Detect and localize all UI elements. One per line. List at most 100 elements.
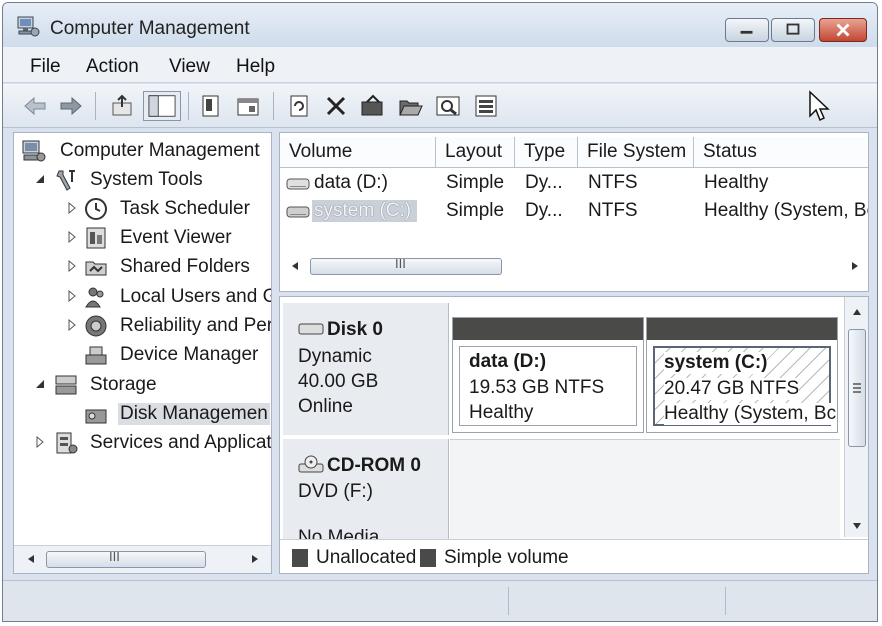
scroll-up-icon[interactable]: [852, 307, 862, 317]
minimize-icon: [740, 30, 753, 34]
expanded-arrow-icon[interactable]: [34, 378, 46, 390]
disk-legend: Unallocated Simple volume: [280, 539, 868, 573]
partition-body: data (D:) 19.53 GB NTFS Healthy: [459, 346, 637, 426]
disk-kind: Dynamic: [298, 346, 372, 367]
partition-name: data (D:): [469, 351, 547, 372]
scroll-right-icon[interactable]: [250, 554, 260, 564]
help-icon: [237, 98, 259, 116]
cdrom-area: [450, 439, 840, 539]
export-button[interactable]: [473, 93, 499, 119]
device-manager-icon: [85, 346, 107, 365]
volume-status: Healthy: [704, 172, 769, 193]
delete-button[interactable]: [323, 93, 349, 119]
close-button[interactable]: [819, 18, 867, 42]
scrollbar-thumb[interactable]: III: [46, 549, 206, 568]
tree-item-label: System Tools: [90, 169, 203, 190]
partition-header: [453, 318, 643, 340]
partition-size: 20.47 GB NTFS: [664, 378, 800, 400]
open-button[interactable]: [397, 93, 423, 119]
event-viewer-icon: [86, 227, 106, 249]
scroll-left-icon[interactable]: [290, 261, 300, 271]
volume-file-system: NTFS: [588, 172, 638, 193]
tools-icon: [56, 170, 75, 191]
show-hide-tree-button[interactable]: [143, 91, 181, 121]
scrollbar-thumb[interactable]: III: [310, 256, 502, 275]
disk-0-label[interactable]: Disk 0 Dynamic 40.00 GB Online: [283, 303, 449, 435]
disk-name: Disk 0: [327, 319, 383, 340]
computer-management-icon: [22, 140, 46, 162]
list-horizontal-scrollbar[interactable]: III: [280, 253, 868, 281]
collapsed-arrow-icon[interactable]: [66, 290, 78, 302]
properties-button[interactable]: [198, 93, 224, 119]
open-icon: [399, 100, 423, 116]
expanded-arrow-icon[interactable]: [34, 173, 46, 185]
volume-icon: [286, 206, 310, 218]
title-bar[interactable]: Computer Management: [3, 3, 877, 47]
column-header-status[interactable]: Status: [694, 137, 868, 167]
connect-button[interactable]: [359, 93, 385, 119]
partition-system[interactable]: system (C:) 20.47 GB NTFS Healthy (Syste…: [646, 317, 838, 433]
volume-icon: [286, 178, 310, 190]
partition-data[interactable]: data (D:) 19.53 GB NTFS Healthy: [452, 317, 644, 433]
menu-action[interactable]: Action: [86, 56, 139, 78]
volume-layout: Simple: [446, 200, 505, 221]
status-divider: [725, 587, 726, 615]
disk-management-icon: [85, 409, 107, 424]
menu-file[interactable]: File: [30, 56, 61, 78]
scroll-right-icon[interactable]: [850, 261, 860, 271]
forward-arrow-icon: [60, 96, 82, 116]
table-row[interactable]: data (D:) Simple Dy... NTFS Healthy: [280, 169, 868, 197]
collapsed-arrow-icon[interactable]: [66, 202, 78, 214]
tree-item-label: Local Users and G: [120, 286, 272, 307]
collapsed-arrow-icon[interactable]: [66, 260, 78, 272]
maximize-button[interactable]: [771, 18, 815, 42]
column-header-layout[interactable]: Layout: [436, 137, 515, 167]
minimize-button[interactable]: [725, 18, 769, 42]
collapsed-arrow-icon[interactable]: [34, 436, 46, 448]
legend-label: Simple volume: [444, 547, 569, 568]
tree-horizontal-scrollbar[interactable]: III: [14, 545, 271, 573]
show-hide-tree-icon: [148, 95, 176, 117]
scrollbar-thumb[interactable]: [848, 329, 866, 447]
volume-status: Healthy (System, Bc: [704, 200, 869, 221]
back-button[interactable]: [22, 93, 48, 119]
cdrom-0-label[interactable]: CD-ROM 0 DVD (F:) No Media: [283, 439, 449, 548]
scroll-down-icon[interactable]: [852, 521, 862, 531]
forward-button[interactable]: [58, 93, 84, 119]
toolbar-separator: [273, 92, 274, 120]
help-button[interactable]: [235, 93, 261, 119]
clock-icon: [85, 198, 107, 220]
up-button[interactable]: [109, 93, 135, 119]
column-header-volume[interactable]: Volume: [280, 137, 436, 167]
shared-folder-icon: [85, 261, 107, 276]
partition-body: system (C:) 20.47 GB NTFS Healthy (Syste…: [653, 346, 837, 426]
refresh-button[interactable]: [286, 93, 312, 119]
restore-icon: [786, 23, 800, 35]
status-divider: [508, 587, 509, 615]
disk-icon: [298, 323, 324, 335]
column-header-type[interactable]: Type: [515, 137, 578, 167]
toolbar-separator: [95, 92, 96, 120]
export-icon: [475, 95, 497, 117]
up-folder-icon: [112, 94, 132, 116]
partition-size: 19.53 GB NTFS: [469, 377, 605, 398]
delete-icon: [326, 96, 346, 116]
menu-view[interactable]: View: [169, 56, 210, 78]
search-button[interactable]: [435, 93, 461, 119]
collapsed-arrow-icon[interactable]: [66, 231, 78, 243]
disk-map-vertical-scrollbar[interactable]: [844, 297, 868, 537]
tree-item-label: Event Viewer: [120, 227, 232, 248]
volume-type: Dy...: [525, 200, 563, 221]
collapsed-arrow-icon[interactable]: [66, 319, 78, 331]
volume-type: Dy...: [525, 172, 563, 193]
properties-icon: [202, 95, 219, 117]
toolbar-separator: [188, 92, 189, 120]
tree-item-label: Disk Managemen: [118, 403, 270, 425]
scroll-left-icon[interactable]: [26, 554, 36, 564]
tree-item-label: Task Scheduler: [120, 198, 250, 219]
partition-name: system (C:): [664, 352, 768, 374]
scroll-grip: III: [109, 549, 120, 564]
menu-help[interactable]: Help: [236, 56, 275, 78]
table-row[interactable]: system (C:) Simple Dy... NTFS Healthy (S…: [280, 197, 868, 225]
column-header-file-system[interactable]: File System: [578, 137, 694, 167]
